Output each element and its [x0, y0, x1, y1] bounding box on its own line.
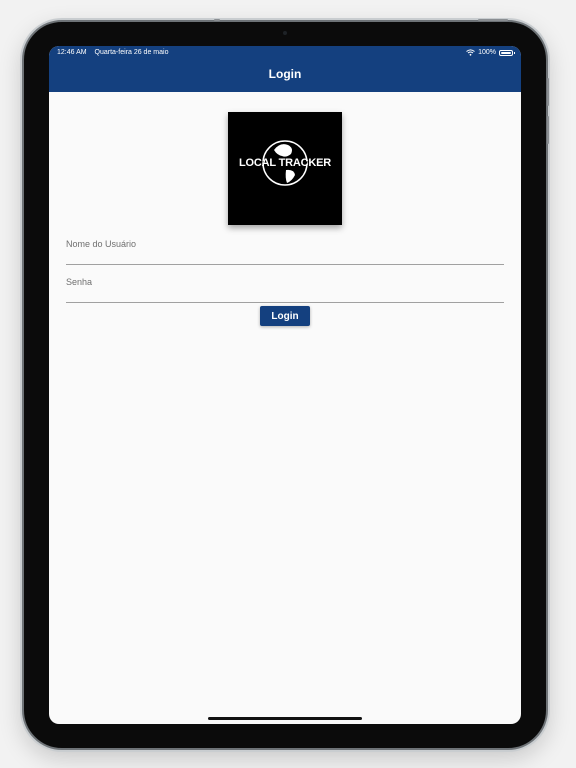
login-button[interactable]: Login	[260, 306, 310, 326]
battery-icon	[499, 49, 515, 56]
logo-text: LOCAL TRACKER	[239, 157, 331, 169]
power-button	[478, 19, 508, 21]
volume-down-button	[547, 116, 549, 144]
username-field-container	[66, 235, 504, 265]
wifi-icon	[466, 49, 475, 56]
status-bar: 12:46 AM Quarta-feira 26 de maio 100%	[49, 46, 521, 60]
front-camera	[283, 31, 287, 35]
home-indicator	[208, 717, 362, 720]
top-notch-marker	[214, 19, 220, 21]
password-field-container	[66, 273, 504, 303]
app-screen: 12:46 AM Quarta-feira 26 de maio 100% Lo…	[49, 46, 521, 724]
password-input[interactable]	[66, 273, 504, 302]
username-input[interactable]	[66, 235, 504, 264]
status-time: 12:46 AM	[57, 49, 87, 56]
status-date: Quarta-feira 26 de maio	[94, 49, 169, 56]
volume-up-button	[547, 78, 549, 106]
app-logo: LOCAL TRACKER	[228, 112, 342, 225]
page-title: Login	[268, 67, 302, 81]
battery-percent: 100%	[478, 49, 496, 56]
nav-header: 12:46 AM Quarta-feira 26 de maio 100% Lo…	[49, 46, 521, 92]
